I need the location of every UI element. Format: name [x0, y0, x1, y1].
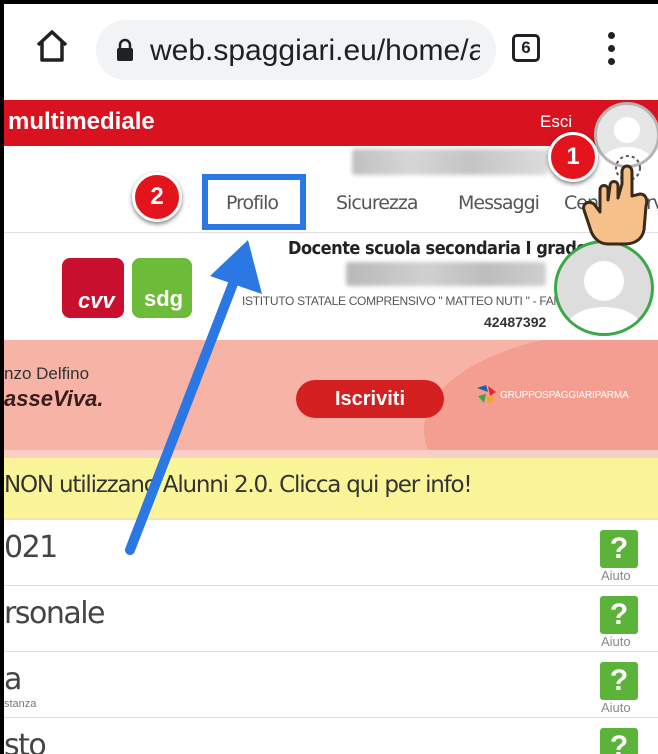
banner-line1: nzo Delfino [4, 364, 90, 383]
iscriviti-button[interactable]: Iscriviti [296, 380, 444, 418]
list-item-label: sto [4, 728, 47, 754]
help-icon[interactable]: ? [600, 728, 638, 754]
list-item-sublabel: stanza [4, 698, 37, 710]
help-icon[interactable]: ? [600, 596, 638, 634]
list-item-label: 021 [4, 530, 58, 565]
notice-text: NON utilizzano Alunni 2.0. Clicca qui pe… [4, 472, 473, 498]
logout-link[interactable]: Esci [540, 112, 572, 132]
banner-line2: asseViva. [4, 386, 104, 411]
url-bar[interactable]: web.spaggiari.eu/home/app/ [96, 20, 496, 80]
cvv-logo-text: cvv [78, 288, 115, 313]
url-text: web.spaggiari.eu/home/app/ [150, 34, 480, 67]
help-icon[interactable]: ? [600, 662, 638, 700]
tab-switcher-icon[interactable]: 6 [512, 34, 540, 62]
help-label: Aiuto [601, 634, 631, 649]
tab-sicurezza[interactable]: Sicurezza [336, 192, 419, 214]
blurred-user-name-2 [346, 262, 546, 286]
help-icon[interactable]: ? [600, 530, 638, 568]
cvv-logo: cvv [62, 258, 124, 318]
tab-messaggi[interactable]: Messaggi [458, 192, 540, 214]
brand-text: GRUPPOSPAGGIARIPARMA [500, 390, 629, 401]
user-code: 42487392 [484, 314, 547, 330]
step-1-badge: 1 [548, 132, 598, 182]
screenshot-frame: web.spaggiari.eu/home/app/ 6 multimedial… [0, 0, 658, 754]
profile-nav: Profilo Sicurezza Messaggi Centro serviz… [4, 176, 658, 232]
list-item[interactable]: sto ? [4, 718, 658, 754]
banner-bottom-strip [4, 450, 658, 458]
user-role: Docente scuola secondaria I grado [288, 238, 587, 259]
info-notice[interactable]: NON utilizzano Alunni 2.0. Clicca qui pe… [4, 458, 658, 520]
list-item-label: a [4, 662, 22, 697]
profile-avatar[interactable] [554, 240, 654, 336]
list-item[interactable]: rsonale ? Aiuto [4, 586, 658, 652]
blurred-user-name [352, 149, 548, 175]
divider [4, 232, 658, 233]
browser-toolbar: web.spaggiari.eu/home/app/ 6 [4, 4, 658, 94]
school-name: ISTITUTO STATALE COMPRENSIVO " MATTEO NU… [242, 294, 571, 308]
help-label: Aiuto [601, 700, 631, 715]
home-icon[interactable] [34, 28, 70, 64]
list-item-label: rsonale [4, 596, 106, 631]
profilo-highlight-box [202, 174, 306, 230]
gruppo-spaggiari-logo-icon [477, 385, 496, 404]
sdg-logo: sdg [132, 258, 192, 318]
promo-banner: nzo Delfino asseViva. Iscriviti GRUPPOSP… [4, 340, 658, 450]
sdg-logo-text: sdg [144, 286, 184, 311]
list-item[interactable]: 021 ? Aiuto [4, 520, 658, 586]
list-item[interactable]: a stanza ? Aiuto [4, 652, 658, 718]
lock-icon [117, 38, 133, 61]
help-label: Aiuto [601, 568, 631, 583]
overflow-menu-icon[interactable] [608, 32, 616, 68]
app-title: multimediale [8, 108, 155, 135]
step-2-badge: 2 [132, 172, 182, 222]
